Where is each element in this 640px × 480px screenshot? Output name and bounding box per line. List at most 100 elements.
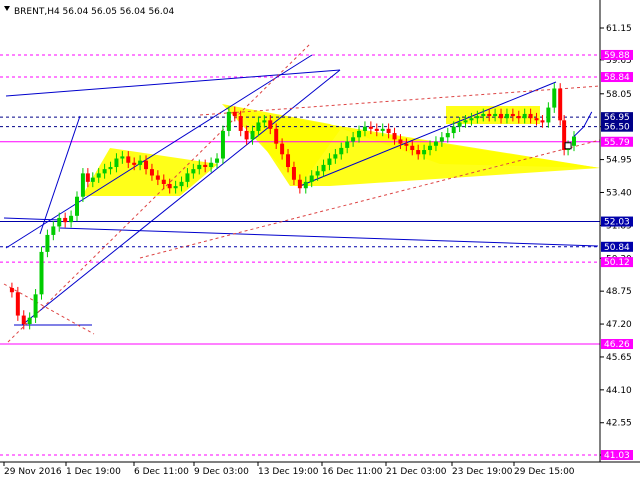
candle-body-77: [457, 122, 462, 127]
y-tick-label-5: 53.40: [606, 188, 632, 198]
candle-body-12: [75, 196, 79, 216]
candle-body-72: [428, 145, 433, 151]
price-level-label-6: 50.84: [604, 243, 630, 253]
y-tick-label-0: 61.15: [606, 24, 632, 34]
candle-body-10: [63, 217, 68, 223]
candle-body-82: [487, 113, 492, 117]
candle-body-67: [398, 139, 403, 144]
candle-body-85: [504, 113, 509, 119]
y-tick-label-4: 54.95: [606, 156, 632, 166]
candle-body-55: [327, 158, 332, 165]
y-tick-label-12: 42.55: [606, 419, 632, 429]
y-tick-label-2: 58.05: [606, 90, 632, 100]
candle-body-11: [69, 215, 74, 223]
candle-body-69: [410, 145, 415, 151]
candle-body-49: [291, 167, 296, 180]
candle-body-44: [262, 120, 267, 123]
price-chart: 61.1559.6558.0556.5054.9553.4051.8550.30…: [0, 0, 640, 480]
candle-body-56: [333, 154, 338, 159]
candle-body-1: [9, 287, 14, 293]
y-tick-label-10: 45.65: [606, 353, 632, 363]
candle-body-50: [297, 179, 302, 189]
x-tick-label-3: 9 Dec 03:00: [194, 467, 249, 477]
candle-body-75: [445, 133, 450, 138]
candle-body-31: [185, 173, 190, 182]
price-level-label-3: 56.50: [604, 123, 630, 133]
candle-body-93: [552, 88, 557, 108]
candle-body-36: [215, 158, 220, 163]
candle-body-34: [203, 164, 208, 168]
candle-body-73: [433, 141, 438, 146]
x-tick-label-6: 21 Dec 03:00: [386, 467, 447, 477]
candle-body-71: [422, 150, 427, 155]
candle-body-2: [15, 292, 20, 316]
candle-body-25: [149, 169, 154, 176]
x-tick-label-4: 13 Dec 19:00: [258, 467, 319, 477]
candle-body-65: [386, 128, 391, 134]
candle-body-6: [39, 251, 44, 295]
price-level-label-1: 58.84: [604, 73, 630, 83]
candle-body-78: [463, 120, 468, 123]
candle-body-60: [357, 130, 362, 138]
candle-body-66: [392, 133, 397, 140]
candle-body-41: [244, 130, 249, 140]
candle-body-22: [132, 162, 137, 165]
candle-body-86: [510, 113, 515, 117]
candle-body-53: [315, 171, 320, 176]
candle-body-16: [96, 173, 101, 178]
price-level-label-0: 59.88: [604, 51, 630, 61]
price-level-label-7: 50.12: [604, 258, 630, 268]
x-tick-label-8: 29 Dec 15:00: [514, 467, 575, 477]
price-level-label-9: 41.03: [604, 451, 630, 461]
candle-body-94: [558, 88, 563, 121]
candle-body-18: [108, 167, 113, 170]
candle-body-57: [339, 147, 344, 155]
candle-body-33: [197, 164, 202, 170]
candle-body-21: [126, 156, 131, 163]
candle-body-63: [374, 128, 379, 131]
y-tick-label-8: 48.75: [606, 287, 632, 297]
candle-body-30: [179, 181, 184, 187]
candle-body-89: [528, 113, 533, 119]
price-level-label-5: 52.03: [604, 218, 630, 228]
price-level-label-8: 46.26: [604, 340, 630, 350]
candle-body-3: [21, 315, 26, 325]
candle-body-80: [475, 116, 480, 119]
candle-body-48: [286, 154, 291, 168]
price-level-label-4: 55.79: [604, 138, 630, 148]
candle-body-42: [250, 130, 255, 140]
candle-body-24: [144, 160, 149, 170]
candle-body-32: [191, 169, 196, 174]
candle-body-90: [534, 118, 539, 121]
candle-body-7: [45, 234, 50, 252]
candle-body-79: [469, 118, 474, 121]
candle-body-37: [220, 130, 225, 159]
candle-body-20: [120, 156, 125, 159]
candle-body-28: [167, 183, 172, 189]
candle-body-8: [51, 226, 56, 235]
candle-body-91: [540, 120, 545, 123]
candle-body-97: [572, 136, 576, 146]
candle-body-40: [238, 116, 243, 131]
candle-body-51: [303, 181, 308, 189]
candle-body-68: [404, 143, 409, 146]
projection-marker: [564, 142, 572, 150]
candle-body-81: [481, 113, 486, 117]
x-tick-label-1: 1 Dec 19:00: [66, 467, 121, 477]
candle-body-46: [274, 128, 279, 144]
candle-body-17: [102, 169, 107, 174]
candle-body-59: [351, 137, 356, 142]
x-tick-label-0: 29 Nov 2016: [4, 467, 62, 477]
price-level-label-2: 56.95: [604, 113, 630, 123]
candle-body-4: [27, 317, 32, 325]
candle-body-26: [155, 175, 160, 180]
y-tick-label-11: 44.10: [606, 386, 632, 396]
candle-body-9: [57, 217, 62, 227]
candle-body-92: [546, 107, 551, 123]
candle-body-27: [161, 179, 166, 184]
candle-body-39: [232, 111, 237, 117]
candle-body-13: [80, 173, 85, 197]
candle-body-23: [138, 160, 143, 165]
candle-body-38: [226, 111, 231, 131]
candle-body-70: [416, 150, 421, 155]
